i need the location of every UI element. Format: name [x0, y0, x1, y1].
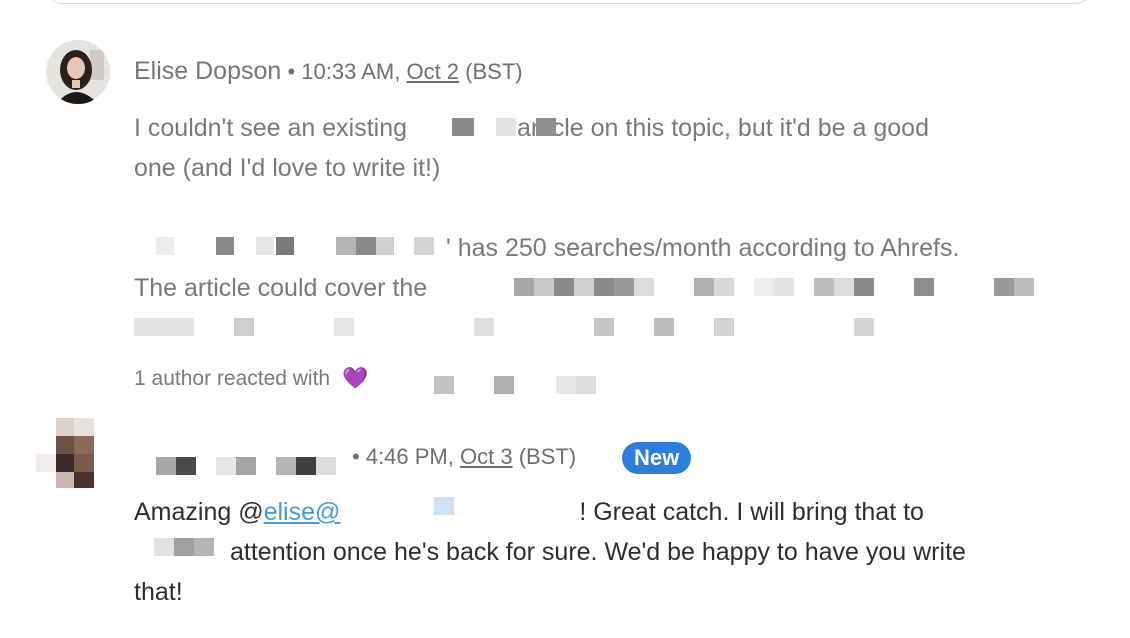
redacted-block: [356, 237, 376, 255]
redacted-block: [834, 278, 854, 296]
avatar-elise: [46, 40, 110, 104]
redacted-block: [994, 278, 1014, 296]
redacted-block: [754, 278, 774, 296]
redacted-block: [434, 497, 454, 515]
reaction-summary[interactable]: 1 author reacted with 💜: [134, 367, 368, 391]
redacted-block: [376, 237, 394, 255]
redacted-block: [494, 376, 514, 394]
redacted-block: [474, 318, 494, 336]
redacted-block: [452, 118, 474, 136]
redacted-block: [854, 318, 874, 336]
redacted-block: [654, 318, 674, 336]
redacted-block: [496, 118, 516, 136]
comment-body-line: ' has 250 searches/month according to Ah…: [446, 234, 960, 262]
comment-timezone: (BST): [518, 444, 577, 469]
redacted-block: [556, 376, 576, 394]
redacted-block: [714, 318, 734, 336]
redacted-block: [134, 318, 194, 336]
redacted-block: [234, 318, 254, 336]
redacted-block: [714, 278, 734, 296]
comment-date-link[interactable]: Oct 2: [406, 59, 459, 84]
comment-body-line: attention once he's back for sure. We'd …: [230, 538, 966, 566]
redacted-block: [336, 237, 356, 255]
redacted-block: [694, 278, 714, 296]
redacted-block: [814, 278, 834, 296]
redacted-block: [576, 376, 596, 394]
comment-meta: • 4:46 PM, Oct 3 (BST): [352, 444, 577, 469]
redacted-block: [774, 278, 794, 296]
redacted-block: [156, 237, 174, 255]
mention-link[interactable]: elise@: [264, 498, 341, 526]
comment-body-line: The article could cover the: [134, 274, 428, 302]
redacted-block: [1014, 278, 1034, 296]
redacted-block: [514, 278, 534, 296]
comment-time: 4:46 PM,: [365, 444, 454, 469]
comment-body-line: I couldn't see an existing article on thi…: [134, 114, 929, 142]
comment-body-line: that!: [134, 578, 183, 606]
redacted-block: [334, 318, 354, 336]
comment-input-box[interactable]: [48, 0, 1090, 4]
redacted-block: [554, 278, 574, 296]
redacted-block: [276, 237, 294, 255]
redacted-block: [154, 538, 174, 556]
comment-date-link[interactable]: Oct 3: [460, 444, 513, 469]
redacted-block: [256, 237, 274, 255]
redacted-block: [594, 318, 614, 336]
comment-meta: Elise Dopson • 10:33 AM, Oct 2 (BST): [134, 57, 523, 85]
redacted-block: [194, 538, 214, 556]
redacted-block: [594, 278, 614, 296]
new-badge: New: [622, 442, 692, 474]
comment-timezone: (BST): [465, 59, 523, 84]
redacted-block: [414, 237, 434, 255]
redacted-block: [854, 278, 874, 296]
redacted-block: [534, 278, 554, 296]
purple-heart-icon: 💜: [341, 367, 369, 390]
redacted-block: [536, 118, 556, 136]
comment-time: 10:33 AM,: [301, 59, 401, 84]
author-name[interactable]: Elise Dopson: [134, 57, 281, 85]
redacted-block: [434, 376, 454, 394]
redacted-block: [216, 237, 234, 255]
redacted-block: [174, 538, 194, 556]
comment-body-line: one (and I'd love to write it!): [134, 154, 441, 182]
redacted-block: [614, 278, 634, 296]
redacted-block: [634, 278, 654, 296]
redacted-block: [574, 278, 594, 296]
redacted-block: [914, 278, 934, 296]
comment-body-line: Amazing @elise@ ! Great catch. I will br…: [134, 498, 924, 526]
